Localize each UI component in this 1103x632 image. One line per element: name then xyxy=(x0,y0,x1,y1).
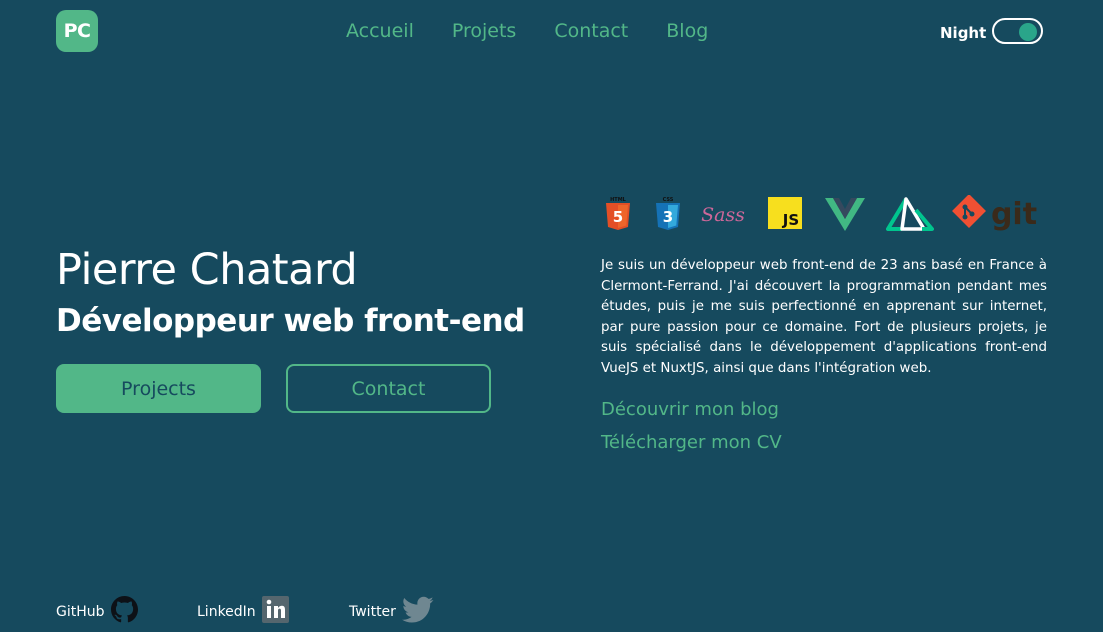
svg-text:JS: JS xyxy=(782,211,799,229)
css3-icon: CSS 3 xyxy=(650,195,686,231)
tech-icons: HTML 5 CSS 3 Sass JS git xyxy=(600,195,1040,231)
nav-accueil[interactable]: Accueil xyxy=(346,20,414,42)
bio-text: Je suis un développeur web front-end de … xyxy=(601,258,1047,376)
twitter-icon xyxy=(401,596,434,628)
nuxtjs-icon xyxy=(886,195,934,231)
social-github[interactable]: GitHub xyxy=(56,596,138,627)
logo-text: PC xyxy=(63,20,91,42)
cv-download-link[interactable]: Télécharger mon CV xyxy=(601,432,782,453)
svg-text:3: 3 xyxy=(663,208,673,226)
svg-text:Sass: Sass xyxy=(701,204,745,226)
svg-text:5: 5 xyxy=(613,208,623,226)
social-linkedin[interactable]: LinkedIn xyxy=(197,596,289,627)
svg-text:CSS: CSS xyxy=(663,197,674,203)
hero-role: Développeur web front-end xyxy=(56,303,525,339)
svg-text:HTML: HTML xyxy=(610,197,627,203)
logo[interactable]: PC xyxy=(56,10,98,52)
nav-contact[interactable]: Contact xyxy=(554,20,628,42)
projects-button[interactable]: Projects xyxy=(56,364,261,413)
toggle-knob xyxy=(1019,23,1037,41)
social-linkedin-label: LinkedIn xyxy=(197,603,256,620)
hero-name: Pierre Chatard xyxy=(56,245,358,295)
social-github-label: GitHub xyxy=(56,603,105,620)
javascript-icon: JS xyxy=(766,195,804,231)
svg-text:git: git xyxy=(991,197,1037,231)
git-icon: git xyxy=(952,195,1040,231)
main-nav: Accueil Projets Contact Blog xyxy=(346,20,708,42)
nav-projets[interactable]: Projets xyxy=(452,20,516,42)
theme-toggle[interactable] xyxy=(992,18,1043,44)
html5-icon: HTML 5 xyxy=(600,195,636,231)
contact-button[interactable]: Contact xyxy=(286,364,491,413)
linkedin-icon xyxy=(261,596,289,627)
blog-link[interactable]: Découvrir mon blog xyxy=(601,399,779,420)
sass-icon: Sass xyxy=(698,195,748,231)
vuejs-icon xyxy=(824,195,866,231)
github-icon xyxy=(110,596,138,627)
nav-blog[interactable]: Blog xyxy=(666,20,708,42)
theme-label: Night xyxy=(940,24,987,42)
social-twitter-label: Twitter xyxy=(349,604,396,620)
social-twitter[interactable]: Twitter xyxy=(349,596,434,628)
